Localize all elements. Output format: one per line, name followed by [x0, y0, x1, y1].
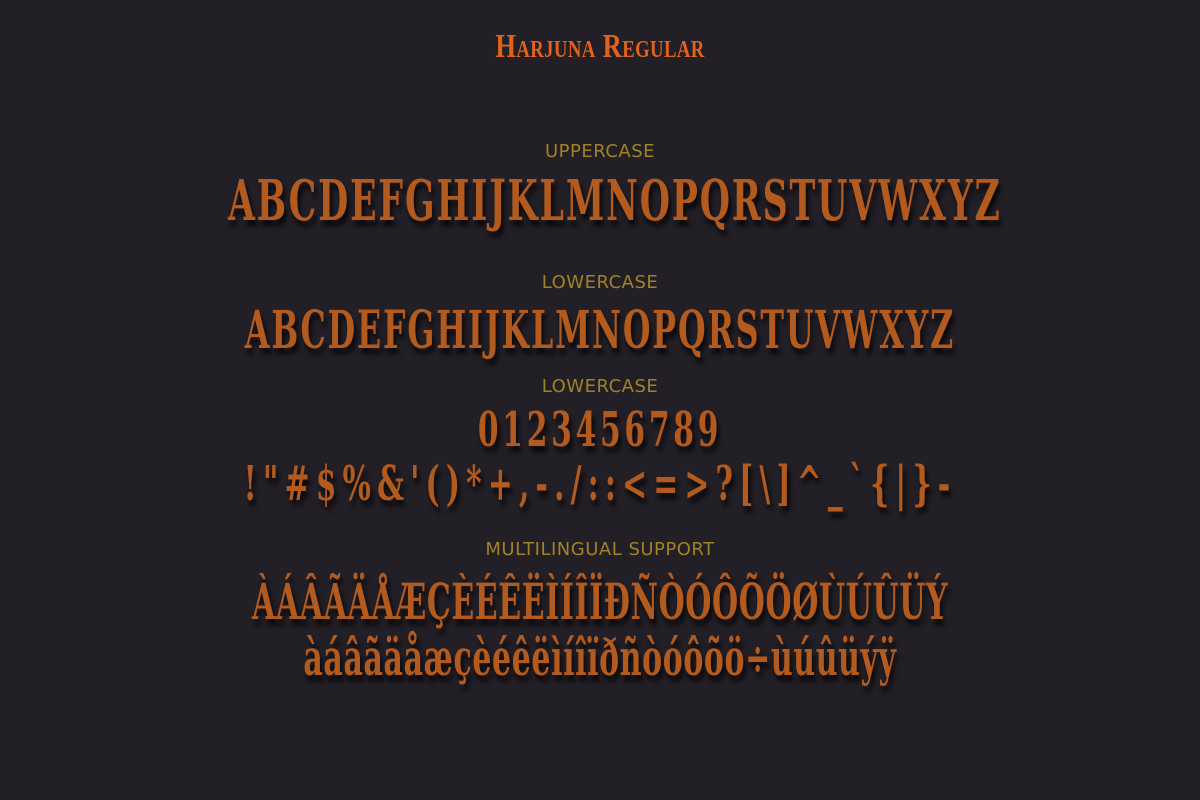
- uppercase-glyphs: ABCDEFGHIJKLMNOPQRSTUVWXYZ: [228, 168, 1002, 234]
- multilingual-glyphs-line2: àáâãäåæçèéêëìíîïðñòóôõö÷ùúûüýÿ: [303, 628, 897, 687]
- numbers-label: LOWERCASE: [541, 376, 659, 397]
- multilingual-glyphs-line1: ÀÁÂÃÄÅÆÇÈÉÊËÌÍÎÏÐÑÒÓÔÕÖØÙÚÛÜÝ: [251, 572, 949, 631]
- punctuation-glyphs: !"#$%&'()*+,-./::<=>?[\]^_`{|}-: [243, 456, 957, 512]
- lowercase-label: LOWERCASE: [541, 272, 659, 293]
- multilingual-label: MULTILINGUAL SUPPORT: [485, 539, 715, 560]
- font-title: Harjuna Regular: [495, 28, 705, 65]
- uppercase-label: UPPERCASE: [544, 141, 656, 162]
- lowercase-glyphs: ABCDEFGHIJKLMNOPQRSTUVWXYZ: [244, 300, 956, 361]
- number-glyphs: 0123456789: [477, 402, 723, 458]
